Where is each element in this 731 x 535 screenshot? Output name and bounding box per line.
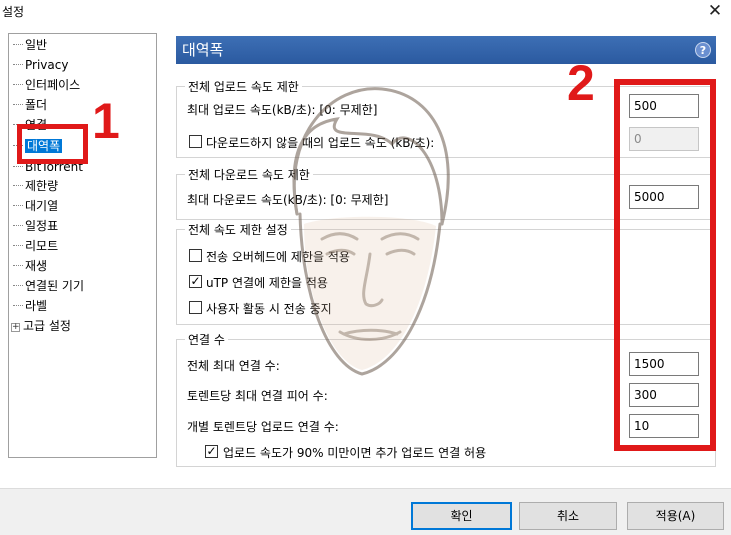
- window-title: 설정: [2, 5, 25, 19]
- title-bar: 설정 ✕: [0, 0, 731, 24]
- tree-item-remote[interactable]: 리모트: [13, 237, 58, 255]
- tree-connector: [13, 197, 23, 206]
- tree-connector: [13, 277, 23, 286]
- tree-connector: [13, 96, 23, 105]
- settings-tree: 일반 Privacy 인터페이스 폴더 연결 대역폭 BitTorrent 제한…: [8, 33, 157, 458]
- tree-connector: [13, 76, 23, 85]
- tree-item-paired-devices[interactable]: 연결된 기기: [13, 277, 84, 295]
- utp-limit-checkbox[interactable]: ✓: [189, 275, 202, 288]
- cancel-button[interactable]: 취소: [519, 502, 617, 530]
- panel-header: 대역폭 ?: [176, 36, 716, 64]
- extra-upload-slots-label: 업로드 속도가 90% 미만이면 추가 업로드 연결 허용: [223, 446, 487, 460]
- help-icon[interactable]: ?: [695, 42, 711, 58]
- tree-connector: [13, 257, 23, 266]
- stop-on-activity-checkbox[interactable]: [189, 301, 202, 314]
- tree-connector: [13, 217, 23, 226]
- group-title: 연결 수: [185, 331, 228, 348]
- overhead-limit-checkbox[interactable]: [189, 249, 202, 262]
- tree-connector: [13, 177, 23, 186]
- tree-item-general[interactable]: 일반: [13, 36, 47, 54]
- tree-item-labels[interactable]: 라벨: [13, 297, 47, 315]
- tree-connector: [13, 36, 23, 45]
- tree-connector: [13, 297, 23, 306]
- tree-item-advanced[interactable]: + 고급 설정: [11, 317, 71, 335]
- apply-button[interactable]: 적용(A): [627, 502, 724, 530]
- tree-item-folders[interactable]: 폴더: [13, 96, 47, 114]
- expand-icon[interactable]: +: [11, 323, 20, 332]
- ok-button[interactable]: 확인: [411, 502, 512, 530]
- annotation-box-1: [17, 124, 88, 164]
- tree-item-interface[interactable]: 인터페이스: [13, 76, 80, 94]
- close-icon[interactable]: ✕: [705, 1, 725, 21]
- tree-connector: [13, 56, 23, 65]
- button-bar: [0, 488, 731, 535]
- upload-slots-label: 개별 토렌트당 업로드 연결 수:: [187, 420, 339, 434]
- alt-upload-checkbox[interactable]: [189, 135, 202, 148]
- tree-item-scheduler[interactable]: 일정표: [13, 217, 58, 235]
- annotation-number-2: 2: [567, 55, 595, 111]
- extra-upload-slots-checkbox[interactable]: ✓: [205, 445, 218, 458]
- tree-item-queueing[interactable]: 대기열: [13, 197, 58, 215]
- annotation-number-1: 1: [92, 93, 120, 149]
- tree-item-privacy[interactable]: Privacy: [13, 56, 68, 74]
- annotation-box-2: [614, 79, 716, 451]
- face-sketch-watermark: [292, 87, 450, 376]
- tree-item-transfer-cap[interactable]: 제한량: [13, 177, 58, 195]
- tree-connector: [13, 237, 23, 246]
- tree-item-playback[interactable]: 재생: [13, 257, 47, 275]
- panel-title: 대역폭: [182, 41, 224, 59]
